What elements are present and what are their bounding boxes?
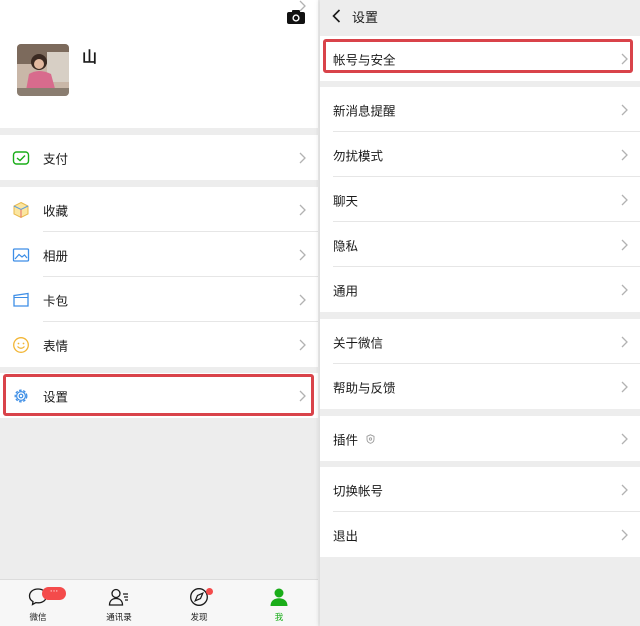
settings-item-label: 帮助与反馈 [333,380,396,395]
menu-item-favorites[interactable]: 收藏 [0,187,318,232]
card-wallet-icon [13,292,29,307]
menu-item-pay[interactable]: 支付 [0,135,318,180]
menu-group-more: 收藏 相册 卡包 表情 [0,187,318,367]
chevron-right-icon [299,339,306,350]
tab-label: 发现 [190,613,208,623]
highlight-box [323,39,633,73]
chevron-right-icon [621,149,628,160]
chevron-right-icon [299,249,306,260]
settings-item-notifications[interactable]: 新消息提醒 [320,87,640,132]
menu-item-label: 支付 [43,151,69,166]
back-arrow-icon[interactable] [332,9,341,23]
tab-me[interactable]: 我 [249,580,309,626]
menu-item-label: 表情 [43,338,69,353]
tab-label: 通讯录 [106,613,132,623]
nav-bar: 设置 [320,0,640,32]
settings-group-general: 新消息提醒 勿扰模式 聊天 隐私 通用 [320,87,640,312]
settings-item-label: 聊天 [333,193,359,208]
settings-page: 设置 帐号与安全 新消息提醒 勿扰模式 聊天 隐私 通用 关于微信 帮助与反馈 … [320,0,640,626]
settings-item-plugins[interactable]: 插件 [320,416,640,461]
settings-item-logout[interactable]: 退出 [320,512,640,557]
favorites-icon [13,201,29,218]
chevron-right-icon [621,381,628,392]
settings-group-session: 切换帐号 退出 [320,467,640,557]
settings-item-help-feedback[interactable]: 帮助与反馈 [320,364,640,409]
settings-item-about[interactable]: 关于微信 [320,319,640,364]
shield-icon [366,433,375,444]
chevron-right-icon [621,336,628,347]
menu-item-card-wallet[interactable]: 卡包 [0,277,318,322]
contacts-icon [108,588,128,606]
unread-badge: ··· [42,587,66,600]
settings-item-label: 退出 [333,528,359,543]
pay-icon [12,150,30,165]
settings-item-general[interactable]: 通用 [320,267,640,312]
profile-card[interactable]: 山 [0,0,318,128]
settings-item-label: 隐私 [333,238,359,253]
settings-item-do-not-disturb[interactable]: 勿扰模式 [320,132,640,177]
menu-item-stickers[interactable]: 表情 [0,322,318,367]
settings-item-chat[interactable]: 聊天 [320,177,640,222]
tab-contacts[interactable]: 通讯录 [89,580,149,626]
tab-discover[interactable]: 发现 [169,580,229,626]
chevron-right-icon [299,0,306,12]
album-icon [12,247,30,262]
chevron-right-icon [621,433,628,444]
settings-item-label: 新消息提醒 [333,103,396,118]
menu-item-label: 收藏 [43,203,69,218]
chevron-right-icon [621,484,628,495]
chevron-right-icon [299,294,306,305]
menu-group-pay: 支付 [0,135,318,180]
page-title: 设置 [352,11,379,26]
settings-item-label: 勿扰模式 [333,148,384,163]
chevron-right-icon [621,529,628,540]
me-icon [270,588,288,606]
avatar[interactable] [17,44,69,96]
menu-item-album[interactable]: 相册 [0,232,318,277]
chevron-right-icon [299,152,306,163]
settings-item-privacy[interactable]: 隐私 [320,222,640,267]
chevron-right-icon [621,194,628,205]
tab-label: 我 [274,613,284,623]
menu-item-label: 相册 [43,248,69,263]
me-page: 山 支付 收藏 相册 卡包 表情 设置 微信 ··· 通讯录 发现 我 [0,0,318,626]
chevron-right-icon [621,239,628,250]
chevron-right-icon [621,104,628,115]
settings-item-switch-account[interactable]: 切换帐号 [320,467,640,512]
sticker-icon [13,336,29,353]
settings-group-plugins: 插件 [320,416,640,461]
settings-item-label: 通用 [333,283,359,298]
profile-name: 山 [82,48,98,66]
settings-item-label: 切换帐号 [333,483,384,498]
tab-label: 微信 [29,613,47,623]
highlight-box [3,374,314,416]
notification-dot [206,588,213,595]
chevron-right-icon [299,204,306,215]
settings-item-label: 插件 [333,432,359,447]
settings-group-about: 关于微信 帮助与反馈 [320,319,640,409]
menu-item-label: 卡包 [43,293,69,308]
chevron-right-icon [621,284,628,295]
settings-item-label: 关于微信 [333,335,384,350]
bottom-tab-bar: 微信 ··· 通讯录 发现 我 [0,579,318,626]
